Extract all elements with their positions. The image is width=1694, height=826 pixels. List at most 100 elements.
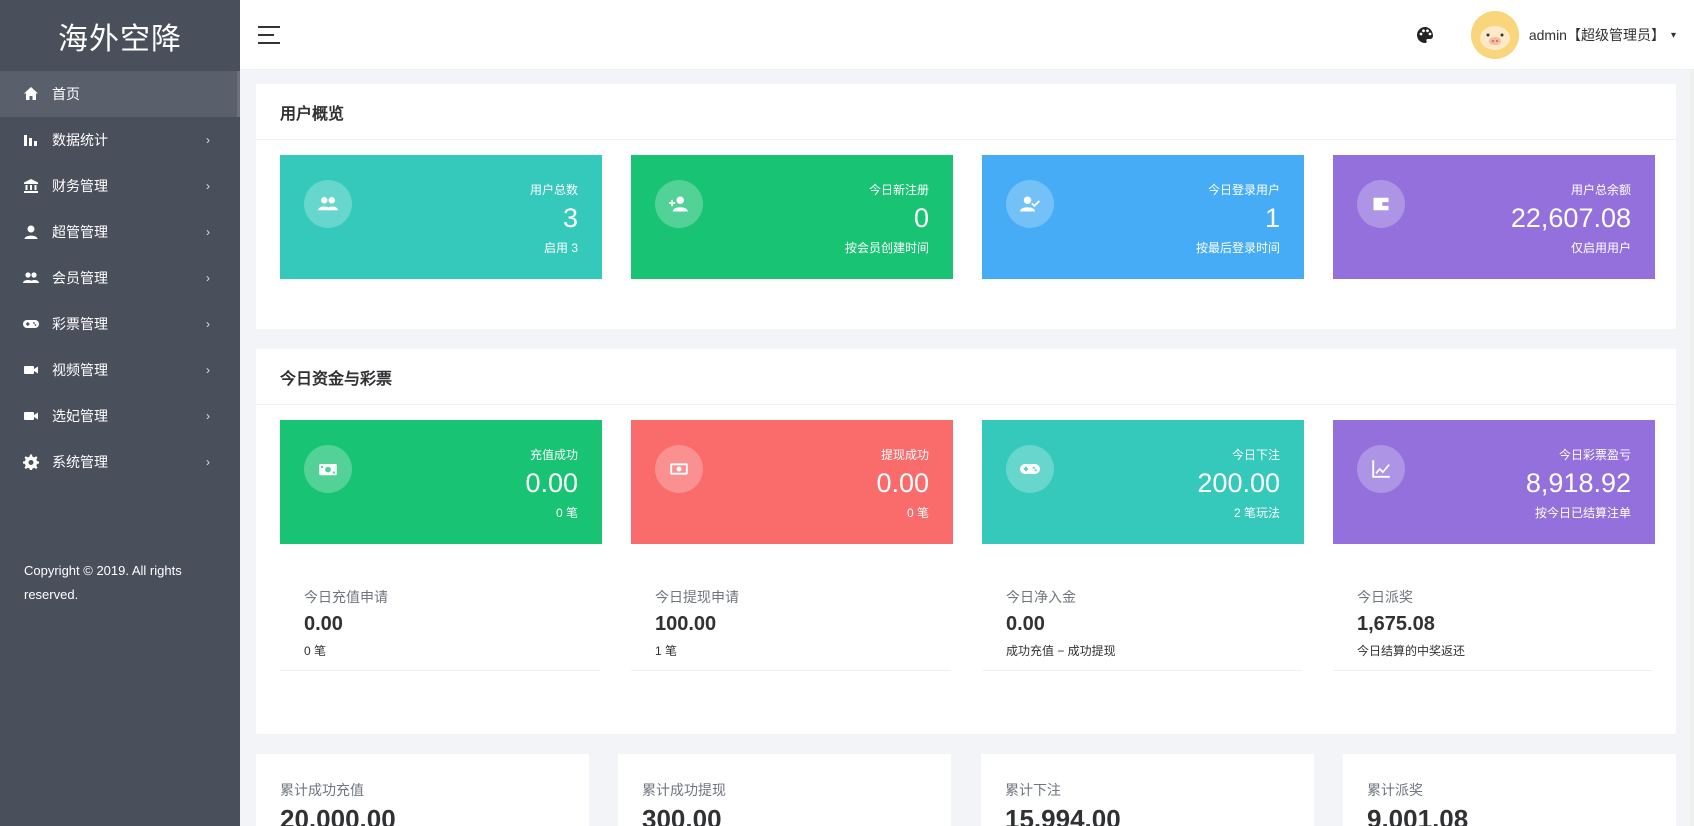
sidebar-item-label: 会员管理 <box>52 270 108 286</box>
stat-card-lottery-profit: 今日彩票盈亏 8,918.92 按今日已结算注单 <box>1333 420 1655 544</box>
header-right: admin【超级管理员】 ▾ <box>1415 0 1676 70</box>
stat-card-logged-in: 今日登录用户 1 按最后登录时间 <box>982 155 1304 279</box>
mini-value: 1,675.08 <box>1357 613 1435 635</box>
sidebar-item-home[interactable]: 首页 <box>0 71 240 117</box>
mini-label: 今日派奖 <box>1357 589 1413 605</box>
sidebar-item-finance[interactable]: 财务管理 › <box>0 163 240 209</box>
stat-sub: 按今日已结算注单 <box>1534 506 1631 520</box>
total-card-recharge: 累计成功充值 20,000.00 <box>256 754 589 826</box>
user-icon <box>22 223 40 241</box>
users-icon <box>304 180 352 228</box>
palette-icon[interactable] <box>1415 25 1435 45</box>
total-label: 累计成功充值 <box>280 782 364 798</box>
gamepad-icon <box>22 315 40 333</box>
sidebar-item-members[interactable]: 会员管理 › <box>0 255 240 301</box>
total-card-payouts: 累计派奖 9,001.08 <box>1343 754 1676 826</box>
home-icon <box>22 85 40 103</box>
sidebar-item-lottery[interactable]: 彩票管理 › <box>0 301 240 347</box>
cash-icon <box>655 445 703 493</box>
chevron-right-icon: › <box>206 409 210 423</box>
stat-value: 22,607.08 <box>1510 203 1631 233</box>
sidebar-item-selection[interactable]: 选妃管理 › <box>0 393 240 439</box>
stat-card-recharge: 充值成功 0.00 0 笔 <box>280 420 602 544</box>
top-header: admin【超级管理员】 ▾ <box>240 0 1694 70</box>
gamepad-icon <box>1006 445 1054 493</box>
stat-value: 3 <box>562 203 578 233</box>
stat-label: 提现成功 <box>880 448 929 462</box>
chevron-right-icon: › <box>206 271 210 285</box>
mini-value: 100.00 <box>655 613 717 635</box>
bar-chart-icon <box>22 131 40 149</box>
sidebar-item-label: 系统管理 <box>52 454 108 470</box>
gear-icon <box>22 453 40 471</box>
pig-avatar-icon <box>1470 11 1519 59</box>
mini-stat-payouts: 今日派奖 1,675.08 今日结算的中奖返还 <box>1333 555 1653 671</box>
chevron-right-icon: › <box>206 225 210 239</box>
copyright-text: Copyright © 2019. All rights reserved. <box>24 563 182 602</box>
total-value: 15,994.00 <box>1005 804 1121 826</box>
chevron-right-icon: › <box>206 455 210 469</box>
sidebar-item-system[interactable]: 系统管理 › <box>0 439 240 485</box>
stat-sub: 0 笔 <box>906 506 929 520</box>
stat-card-total-balance: 用户总余额 22,607.08 仅启用用户 <box>1333 155 1655 279</box>
sidebar-item-stats[interactable]: 数据统计 › <box>0 117 240 163</box>
mini-sub: 今日结算的中奖返还 <box>1357 644 1466 658</box>
stat-label: 今日下注 <box>1231 448 1280 462</box>
stat-label: 用户总数 <box>529 183 578 197</box>
video-icon <box>22 407 40 425</box>
mini-sub: 1 笔 <box>655 644 678 658</box>
trend-icon <box>1357 445 1405 493</box>
sidebar-item-label: 首页 <box>52 86 80 102</box>
total-value: 9,001.08 <box>1367 804 1469 826</box>
stat-sub: 按最后登录时间 <box>1195 241 1280 255</box>
stat-value: 1 <box>1264 203 1280 233</box>
stat-sub: 2 笔玩法 <box>1233 506 1280 520</box>
avatar[interactable] <box>1470 11 1519 59</box>
stat-label: 今日新注册 <box>868 183 929 197</box>
mini-stat-net-inflow: 今日净入金 0.00 成功充值 − 成功提现 <box>982 555 1302 671</box>
menu-toggle-icon[interactable] <box>258 25 280 44</box>
money-icon <box>304 445 352 493</box>
sidebar-item-label: 财务管理 <box>52 178 108 194</box>
stat-label: 用户总余额 <box>1570 183 1631 197</box>
stat-value: 0 <box>913 203 929 233</box>
chevron-right-icon: › <box>206 363 210 377</box>
mini-label: 今日净入金 <box>1006 589 1076 605</box>
overview-panel: 用户概览 用户总数 3 启用 3 今日新注册 0 按会员创建时间 今日登录用户 … <box>256 84 1676 329</box>
chevron-right-icon: › <box>206 179 210 193</box>
stat-card-withdraw: 提现成功 0.00 0 笔 <box>631 420 953 544</box>
sidebar-item-admin[interactable]: 超管管理 › <box>0 209 240 255</box>
stat-sub: 仅启用用户 <box>1570 241 1631 255</box>
user-name[interactable]: admin【超级管理员】 <box>1529 25 1665 45</box>
stat-card-new-registrations: 今日新注册 0 按会员创建时间 <box>631 155 953 279</box>
sidebar-item-label: 视频管理 <box>52 362 108 378</box>
stat-label: 今日彩票盈亏 <box>1558 448 1631 462</box>
brand-logo: 海外空降 <box>58 21 182 57</box>
bank-icon <box>22 177 40 195</box>
sidebar: 海外空降 首页 数据统计 › 财务管理 › 超管管理 › 会员管理 › 彩票管理 <box>0 0 240 826</box>
mini-label: 今日提现申请 <box>655 589 739 605</box>
total-label: 累计成功提现 <box>642 782 726 798</box>
video-icon <box>22 361 40 379</box>
total-label: 累计下注 <box>1005 782 1061 798</box>
mini-sub: 成功充值 − 成功提现 <box>1006 644 1116 658</box>
main-content: 用户概览 用户总数 3 启用 3 今日新注册 0 按会员创建时间 今日登录用户 … <box>240 70 1694 826</box>
stat-sub: 启用 3 <box>543 241 578 255</box>
total-value: 300.00 <box>642 804 722 826</box>
mini-sub: 0 笔 <box>304 644 327 658</box>
stat-value: 8,918.92 <box>1525 468 1631 498</box>
overview-title: 用户概览 <box>256 84 1676 140</box>
total-value: 20,000.00 <box>280 804 396 826</box>
stat-card-total-users: 用户总数 3 启用 3 <box>280 155 602 279</box>
sidebar-item-video[interactable]: 视频管理 › <box>0 347 240 393</box>
mini-value: 0.00 <box>1006 613 1045 635</box>
user-check-icon <box>1006 180 1054 228</box>
total-card-withdraw: 累计成功提现 300.00 <box>618 754 951 826</box>
stat-value: 200.00 <box>1197 468 1280 498</box>
caret-down-icon[interactable]: ▾ <box>1671 30 1676 41</box>
total-label: 累计派奖 <box>1367 782 1423 798</box>
mini-stat-withdraw-requests: 今日提现申请 100.00 1 笔 <box>631 555 951 671</box>
stat-value: 0.00 <box>876 468 929 498</box>
stat-value: 0.00 <box>525 468 578 498</box>
sidebar-item-label: 选妃管理 <box>52 408 108 424</box>
